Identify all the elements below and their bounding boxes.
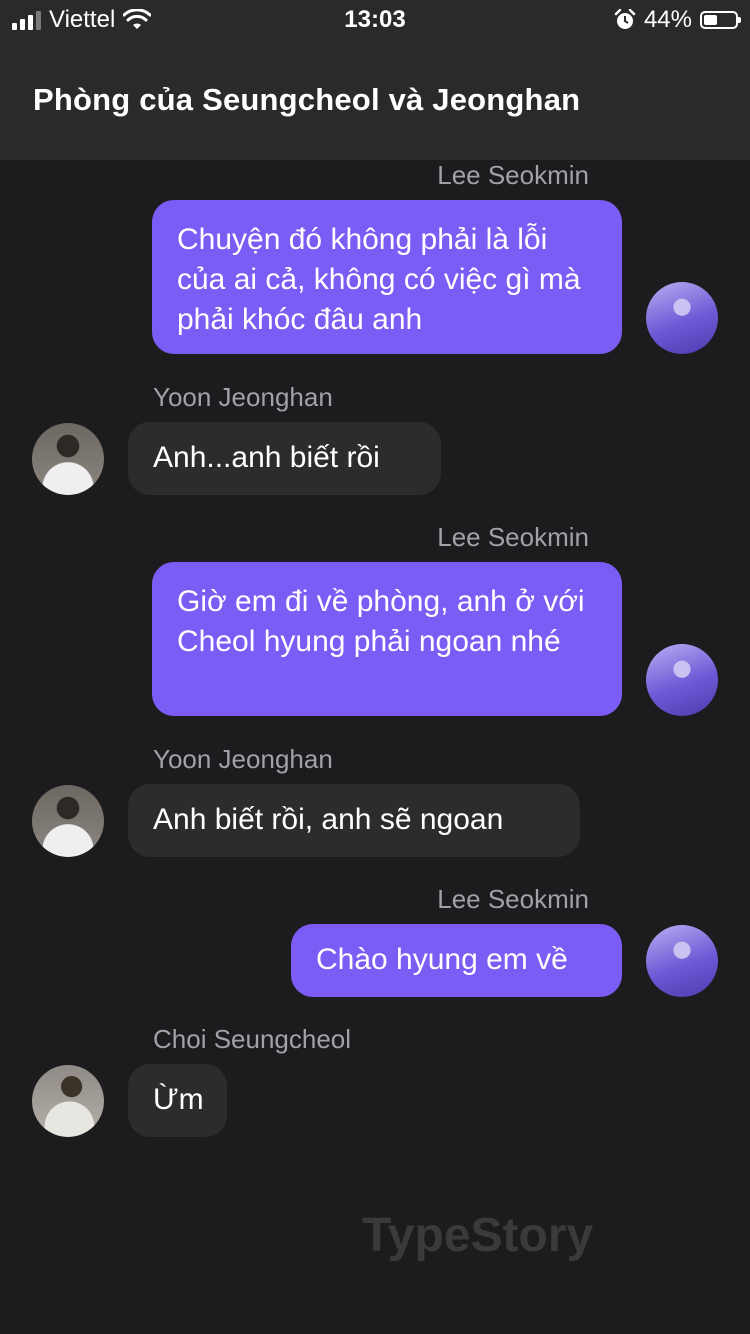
alarm-icon — [614, 9, 636, 29]
status-right: 44% — [614, 6, 741, 34]
sender-name: Lee Seokmin — [437, 884, 589, 914]
sender-name: Choi Seungcheol — [153, 1024, 352, 1054]
avatar-seungcheol[interactable] — [32, 1065, 104, 1137]
avatar-jeonghan[interactable] — [32, 423, 104, 495]
battery-icon — [700, 11, 741, 29]
battery-percent: 44% — [643, 6, 692, 33]
avatar-seokmin[interactable] — [646, 644, 718, 716]
sender-name: Yoon Jeonghan — [153, 744, 333, 774]
avatar-jeonghan[interactable] — [32, 785, 104, 857]
message-bubble-outgoing[interactable]: Giờ em đi về phòng, anh ở với Cheol hyun… — [152, 562, 622, 716]
avatar-seokmin[interactable] — [646, 282, 718, 354]
message-bubble-outgoing[interactable]: Chuyện đó không phải là lỗi của ai cả, k… — [152, 200, 622, 354]
avatar-seokmin[interactable] — [646, 925, 718, 997]
watermark-text: TypeStory — [362, 1209, 594, 1262]
chat-title: Phòng của Seungcheol và Jeonghan — [33, 82, 581, 117]
message-bubble-incoming[interactable]: Ừm — [128, 1064, 227, 1137]
message-bubble-outgoing[interactable]: Chào hyung em về — [291, 924, 622, 997]
sender-name: Lee Seokmin — [437, 160, 589, 190]
sender-name: Lee Seokmin — [437, 522, 589, 552]
battery-fill — [704, 15, 717, 25]
message-bubble-incoming[interactable]: Anh biết rồi, anh sẽ ngoan — [128, 784, 580, 857]
message-bubble-incoming[interactable]: Anh...anh biết rồi — [128, 422, 441, 495]
sender-name: Yoon Jeonghan — [153, 382, 333, 412]
chat-header: Phòng của Seungcheol và Jeonghan — [0, 40, 750, 160]
status-bar: Viettel 13:03 44% — [0, 0, 750, 40]
